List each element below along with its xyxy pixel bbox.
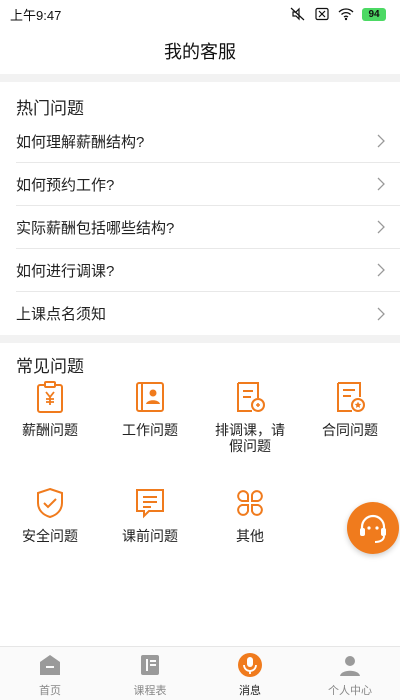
tab-label: 课程表	[133, 685, 167, 697]
status-time: 上午9:47	[10, 7, 62, 23]
faq-item-label: 如何进行调课?	[16, 262, 115, 280]
category-label: 课前问题	[122, 528, 178, 544]
profile-icon	[340, 656, 360, 676]
status-bar: 上午9:47 94	[0, 0, 400, 28]
pre-class-icon	[136, 489, 164, 519]
salary-icon	[37, 381, 63, 413]
page-title: 我的客服	[164, 42, 236, 62]
category-label: 合同问题	[322, 422, 378, 438]
category-label: 薪酬问题	[22, 422, 78, 438]
other-icon	[237, 490, 263, 516]
faq-item-label: 上课点名须知	[16, 306, 107, 323]
category-salary[interactable]: 薪酬问题	[0, 378, 100, 484]
tab-profile[interactable]: 个人中心	[300, 647, 400, 700]
work-icon	[136, 382, 164, 412]
faq-item-label: 如何预约工作?	[16, 176, 115, 194]
wifi-icon	[338, 8, 354, 21]
home-icon	[40, 655, 60, 675]
category-work[interactable]: 工作问题	[100, 378, 200, 484]
hot-questions-list: 如何理解薪酬结构? 如何预约工作? 实际薪酬包括哪些结构? 如何进行调课? 上课…	[0, 120, 400, 335]
hot-questions-title: 热门问题	[16, 99, 84, 118]
category-label: 排调课，请假问题	[215, 422, 285, 454]
tab-label: 首页	[39, 685, 61, 697]
section-divider	[0, 335, 400, 343]
category-label: 其他	[236, 528, 264, 544]
faq-item[interactable]: 上课点名须知	[16, 292, 400, 335]
chevron-right-icon	[377, 307, 385, 320]
chevron-right-icon	[377, 134, 385, 148]
customer-service-button[interactable]	[347, 502, 399, 554]
faq-item[interactable]: 如何进行调课?	[16, 249, 400, 292]
sim-off-icon	[315, 7, 329, 21]
safety-icon	[37, 487, 63, 519]
chevron-right-icon	[377, 263, 385, 277]
section-divider	[0, 74, 400, 82]
common-questions-grid: 薪酬问题 工作问题 排调课，请假问题 合同问题 安全问题 课前问题 其他	[0, 378, 400, 590]
category-label: 工作问题	[122, 422, 178, 438]
faq-item-label: 实际薪酬包括哪些结构?	[16, 219, 175, 237]
tab-messages[interactable]: 消息	[200, 647, 300, 700]
faq-item-label: 如何理解薪酬结构?	[16, 133, 145, 151]
message-icon	[238, 653, 262, 677]
category-label: 安全问题	[22, 528, 78, 544]
tab-schedule[interactable]: 课程表	[100, 647, 200, 700]
contract-icon	[337, 382, 365, 412]
schedule-icon	[141, 655, 159, 675]
faq-item[interactable]: 如何理解薪酬结构?	[16, 120, 400, 163]
faq-item[interactable]: 实际薪酬包括哪些结构?	[16, 206, 400, 249]
category-schedule-leave[interactable]: 排调课，请假问题	[200, 378, 300, 484]
category-contract[interactable]: 合同问题	[300, 378, 400, 484]
category-pre-class[interactable]: 课前问题	[100, 484, 200, 590]
tab-home[interactable]: 首页	[0, 647, 100, 700]
battery-indicator: 94	[362, 7, 386, 21]
category-other[interactable]: 其他	[200, 484, 300, 590]
bottom-tab-bar: 首页 课程表 消息 个人中心	[0, 646, 400, 700]
tab-label: 个人中心	[328, 685, 372, 697]
category-safety[interactable]: 安全问题	[0, 484, 100, 590]
faq-item[interactable]: 如何预约工作?	[16, 163, 400, 206]
common-questions-title: 常见问题	[16, 357, 84, 376]
schedule-leave-icon	[237, 382, 265, 412]
headset-icon	[360, 514, 386, 543]
tab-label: 消息	[239, 685, 261, 697]
chevron-right-icon	[377, 220, 385, 234]
mute-icon	[290, 7, 305, 21]
chevron-right-icon	[377, 177, 385, 191]
